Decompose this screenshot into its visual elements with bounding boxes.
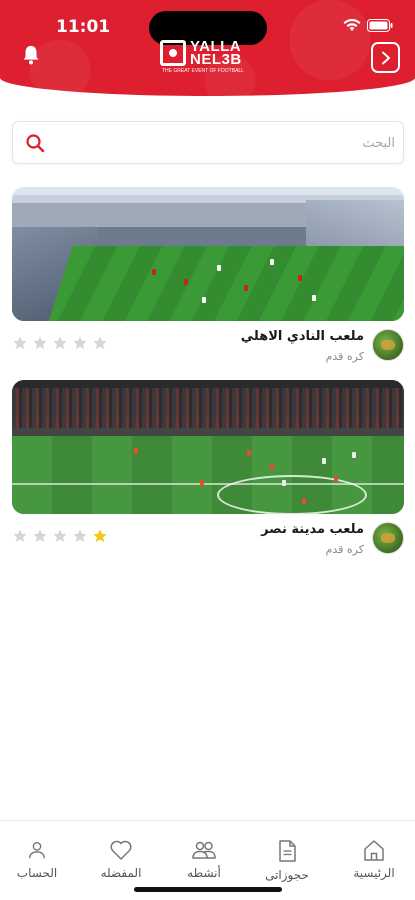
venue-image[interactable] xyxy=(12,380,404,514)
star-icon[interactable] xyxy=(52,335,68,351)
star-icon[interactable] xyxy=(52,528,68,544)
star-icon[interactable] xyxy=(72,528,88,544)
battery-icon xyxy=(367,19,393,32)
nav-item-account[interactable]: الحساب xyxy=(2,839,72,880)
document-icon xyxy=(279,840,296,862)
star-icon[interactable] xyxy=(32,335,48,351)
star-icon[interactable] xyxy=(12,528,28,544)
venue-card[interactable]: ملعب مدينة نصر كره قدم xyxy=(12,380,404,564)
back-button[interactable] xyxy=(371,42,400,73)
status-icons xyxy=(343,19,393,32)
logo-mark xyxy=(160,40,186,66)
venue-name[interactable]: ملعب النادي الاهلي xyxy=(241,329,364,344)
nav-label: الرئيسية xyxy=(353,866,395,880)
venue-type: كره قدم xyxy=(325,350,364,363)
app-header: 11:01 YALLA NEL3B THE GREAT EVENT OF FOO… xyxy=(0,0,415,96)
nav-item-home[interactable]: الرئيسية xyxy=(339,839,409,880)
star-icon[interactable] xyxy=(32,528,48,544)
notifications-button[interactable] xyxy=(20,44,42,70)
nav-item-activities[interactable]: أنشطه xyxy=(169,839,239,880)
venue-avatar xyxy=(372,522,404,554)
venue-image[interactable] xyxy=(12,187,404,321)
search-icon[interactable] xyxy=(25,133,45,153)
home-indicator[interactable] xyxy=(134,887,282,892)
nav-label: الحساب xyxy=(16,866,58,880)
chevron-right-icon xyxy=(381,51,390,64)
venue-type: كره قدم xyxy=(325,543,364,556)
rating-stars[interactable] xyxy=(12,335,108,351)
heart-icon xyxy=(110,840,132,860)
search-input[interactable] xyxy=(57,128,395,158)
user-icon xyxy=(28,841,46,859)
nav-item-favorites[interactable]: المفضله xyxy=(86,839,156,880)
venue-avatar xyxy=(372,329,404,361)
people-icon xyxy=(192,841,216,859)
star-icon[interactable] xyxy=(92,528,108,544)
star-icon[interactable] xyxy=(12,335,28,351)
bell-icon xyxy=(23,45,39,65)
star-icon[interactable] xyxy=(92,335,108,351)
nav-label: أنشطه xyxy=(187,866,221,880)
venue-card[interactable]: ملعب النادي الاهلي كره قدم xyxy=(12,187,404,371)
nav-label: حجوزاتى xyxy=(265,868,309,882)
star-icon[interactable] xyxy=(72,335,88,351)
status-time: 11:01 xyxy=(56,17,111,37)
wifi-icon xyxy=(343,19,361,31)
app-logo: YALLA NEL3B THE GREAT EVENT OF FOOTBALL xyxy=(160,38,260,74)
venue-name[interactable]: ملعب مدينة نصر xyxy=(261,522,364,537)
search-bar xyxy=(12,121,404,164)
home-icon xyxy=(364,840,384,861)
rating-stars[interactable] xyxy=(12,528,108,544)
nav-label: المفضله xyxy=(100,866,142,880)
logo-tagline: THE GREAT EVENT OF FOOTBALL xyxy=(162,68,244,74)
nav-item-bookings[interactable]: حجوزاتى xyxy=(252,839,322,882)
logo-text-line2: NEL3B xyxy=(190,51,242,68)
